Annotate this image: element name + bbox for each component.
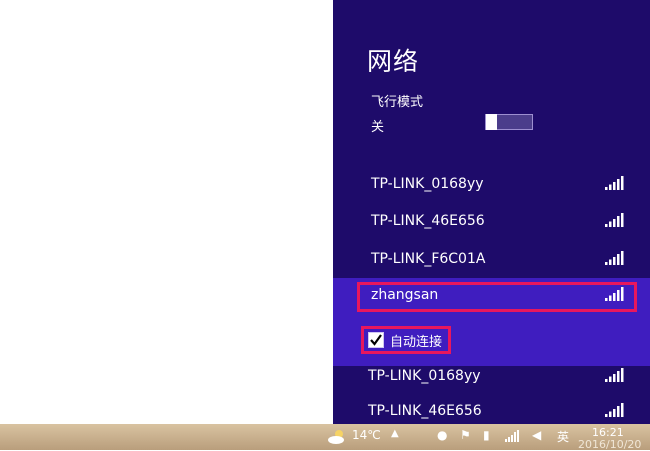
checkmark-icon bbox=[370, 334, 382, 346]
auto-connect-option[interactable]: 自动连接 bbox=[361, 326, 452, 354]
wifi-signal-icon bbox=[605, 251, 624, 265]
taskbar: 14℃ ▲ ● ⚑ ▮ ◀ 英 16:21 2016/10/20 bbox=[0, 424, 650, 451]
selected-network-highlight bbox=[357, 282, 637, 312]
toggle-knob bbox=[486, 114, 497, 130]
network-item[interactable]: TP-LINK_F6C01A bbox=[333, 242, 650, 278]
network-item[interactable]: TP-LINK_0168yy bbox=[333, 167, 650, 203]
input-method-indicator[interactable]: 英 bbox=[557, 428, 569, 445]
airplane-mode-label: 飞行模式 bbox=[371, 95, 424, 110]
auto-connect-label: 自动连接 bbox=[390, 334, 443, 350]
airplane-mode-state: 关 bbox=[371, 120, 385, 135]
weather-cloud-icon bbox=[328, 430, 344, 444]
clock-date[interactable]: 2016/10/20 bbox=[578, 438, 641, 451]
auto-connect-checkbox[interactable] bbox=[368, 332, 384, 348]
network-icon[interactable] bbox=[505, 430, 519, 442]
network-item[interactable]: TP-LINK_46E656 bbox=[333, 394, 650, 424]
wifi-signal-icon bbox=[605, 403, 624, 417]
volume-icon[interactable]: ◀ bbox=[532, 428, 541, 442]
network-item[interactable]: TP-LINK_46E656 bbox=[333, 204, 650, 240]
battery-icon[interactable]: ▮ bbox=[483, 428, 490, 442]
network-ssid: TP-LINK_F6C01A bbox=[371, 251, 486, 267]
wifi-signal-icon bbox=[605, 213, 624, 227]
weather-temp[interactable]: 14℃ bbox=[352, 428, 381, 442]
airplane-mode-toggle[interactable] bbox=[485, 114, 533, 130]
network-item[interactable]: TP-LINK_0168yy bbox=[333, 359, 650, 395]
wifi-signal-icon bbox=[605, 176, 624, 190]
action-center-flag-icon[interactable]: ⚑ bbox=[460, 428, 471, 442]
panel-title: 网络 bbox=[367, 47, 420, 76]
desktop-area bbox=[0, 0, 333, 424]
network-ssid: TP-LINK_0168yy bbox=[371, 176, 484, 192]
network-ssid: TP-LINK_46E656 bbox=[368, 403, 482, 419]
show-hidden-icons-icon[interactable]: ▲ bbox=[391, 428, 399, 439]
tray-app-icon[interactable]: ● bbox=[437, 428, 447, 442]
network-panel: 网络 飞行模式 关 TP-LINK_0168yy TP-LINK_46E656 … bbox=[333, 0, 650, 424]
network-ssid: TP-LINK_0168yy bbox=[368, 368, 481, 384]
wifi-signal-icon bbox=[605, 368, 624, 382]
network-ssid: TP-LINK_46E656 bbox=[371, 213, 485, 229]
